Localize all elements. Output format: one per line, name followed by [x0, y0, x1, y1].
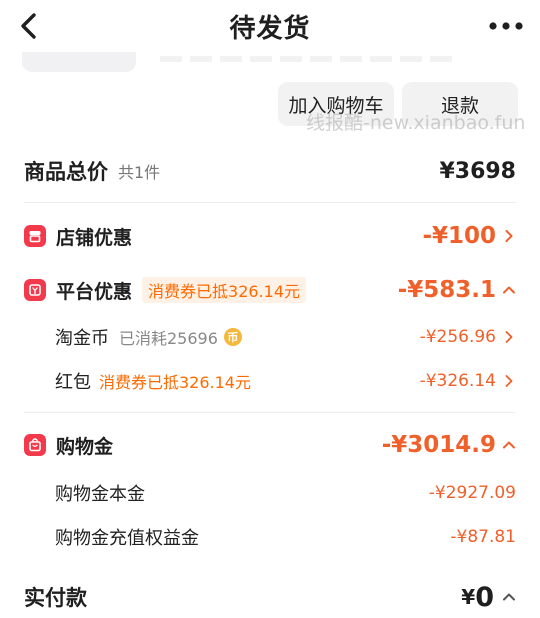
- shopping-credit-value-group: -¥3014.9: [382, 432, 516, 458]
- watermark-text: 线报酷-new.xianbao.fun: [306, 112, 526, 134]
- chevron-right-icon: [505, 375, 513, 387]
- shopping-bag-icon: [24, 434, 46, 456]
- credit-principal-value: -¥2927.09: [428, 483, 516, 503]
- platform-discount-value-group: -¥583.1: [398, 277, 516, 303]
- chevron-up-icon[interactable]: [502, 438, 516, 452]
- taojinbi-note: 已消耗25696: [119, 329, 218, 348]
- paid-value-group: ¥ 0: [461, 582, 516, 613]
- credit-bonus-label: 购物金充值权益金: [55, 528, 199, 549]
- total-value: ¥3698: [439, 158, 516, 184]
- total-row: 商品总价 共1件 ¥3698: [24, 154, 516, 188]
- product-thumbnail[interactable]: [22, 52, 136, 72]
- chevron-right-icon: [505, 331, 513, 343]
- platform-discount-value: -¥583.1: [397, 277, 496, 303]
- credit-bonus-row: 购物金充值权益金 -¥87.81: [24, 522, 516, 552]
- store-discount-value: -¥100: [422, 223, 496, 249]
- page-title: 待发货: [229, 14, 311, 44]
- platform-discount-row[interactable]: 平台优惠 消费券已抵326.14元 -¥583.1: [24, 274, 516, 306]
- store-discount-value-group: -¥100: [422, 223, 516, 249]
- top-bar: 待发货: [0, 0, 540, 52]
- platform-discount-label: 平台优惠: [56, 280, 133, 303]
- taojinbi-value-group: -¥256.96: [420, 327, 516, 347]
- chevron-right-icon: [505, 230, 513, 242]
- shopping-credit-value: -¥3014.9: [381, 432, 496, 458]
- more-options-icon[interactable]: [488, 20, 524, 32]
- store-discount-row[interactable]: 店铺优惠 -¥100: [24, 220, 516, 252]
- taojinbi-label: 淘金币: [55, 328, 109, 349]
- product-info-strip: [160, 56, 460, 62]
- shopping-credit-label: 购物金: [56, 435, 114, 458]
- taojinbi-row[interactable]: 淘金币 已消耗25696 币 -¥256.96: [24, 322, 516, 352]
- coin-icon: 币: [223, 328, 242, 346]
- paid-row[interactable]: 实付款 ¥ 0: [24, 578, 516, 616]
- divider: [24, 412, 516, 413]
- platform-coupon-icon: [24, 279, 46, 301]
- item-count: 共1件: [118, 163, 161, 182]
- coin-glyph: 币: [227, 331, 239, 344]
- chevron-up-icon[interactable]: [502, 283, 516, 297]
- total-label: 商品总价: [24, 160, 108, 184]
- credit-bonus-value: -¥87.81: [450, 527, 516, 547]
- paid-amount: 0: [475, 581, 494, 613]
- chevron-up-icon[interactable]: [502, 590, 516, 604]
- taojinbi-value: -¥256.96: [419, 327, 496, 347]
- store-icon: [24, 225, 46, 247]
- shopping-credit-row[interactable]: 购物金 -¥3014.9: [24, 428, 516, 462]
- store-discount-label: 店铺优惠: [56, 226, 133, 249]
- red-packet-label: 红包: [55, 372, 91, 393]
- red-packet-value: -¥326.14: [419, 371, 496, 391]
- red-packet-row[interactable]: 红包 消费券已抵326.14元 -¥326.14: [24, 366, 516, 396]
- coupon-tag: 消费券已抵326.14元: [142, 277, 307, 303]
- credit-principal-row: 购物金本金 -¥2927.09: [24, 478, 516, 508]
- credit-principal-label: 购物金本金: [55, 484, 145, 505]
- red-packet-value-group: -¥326.14: [420, 371, 516, 391]
- red-packet-tag: 消费券已抵326.14元: [99, 373, 251, 392]
- divider: [24, 202, 516, 203]
- paid-currency: ¥: [461, 585, 476, 609]
- paid-label: 实付款: [24, 586, 87, 610]
